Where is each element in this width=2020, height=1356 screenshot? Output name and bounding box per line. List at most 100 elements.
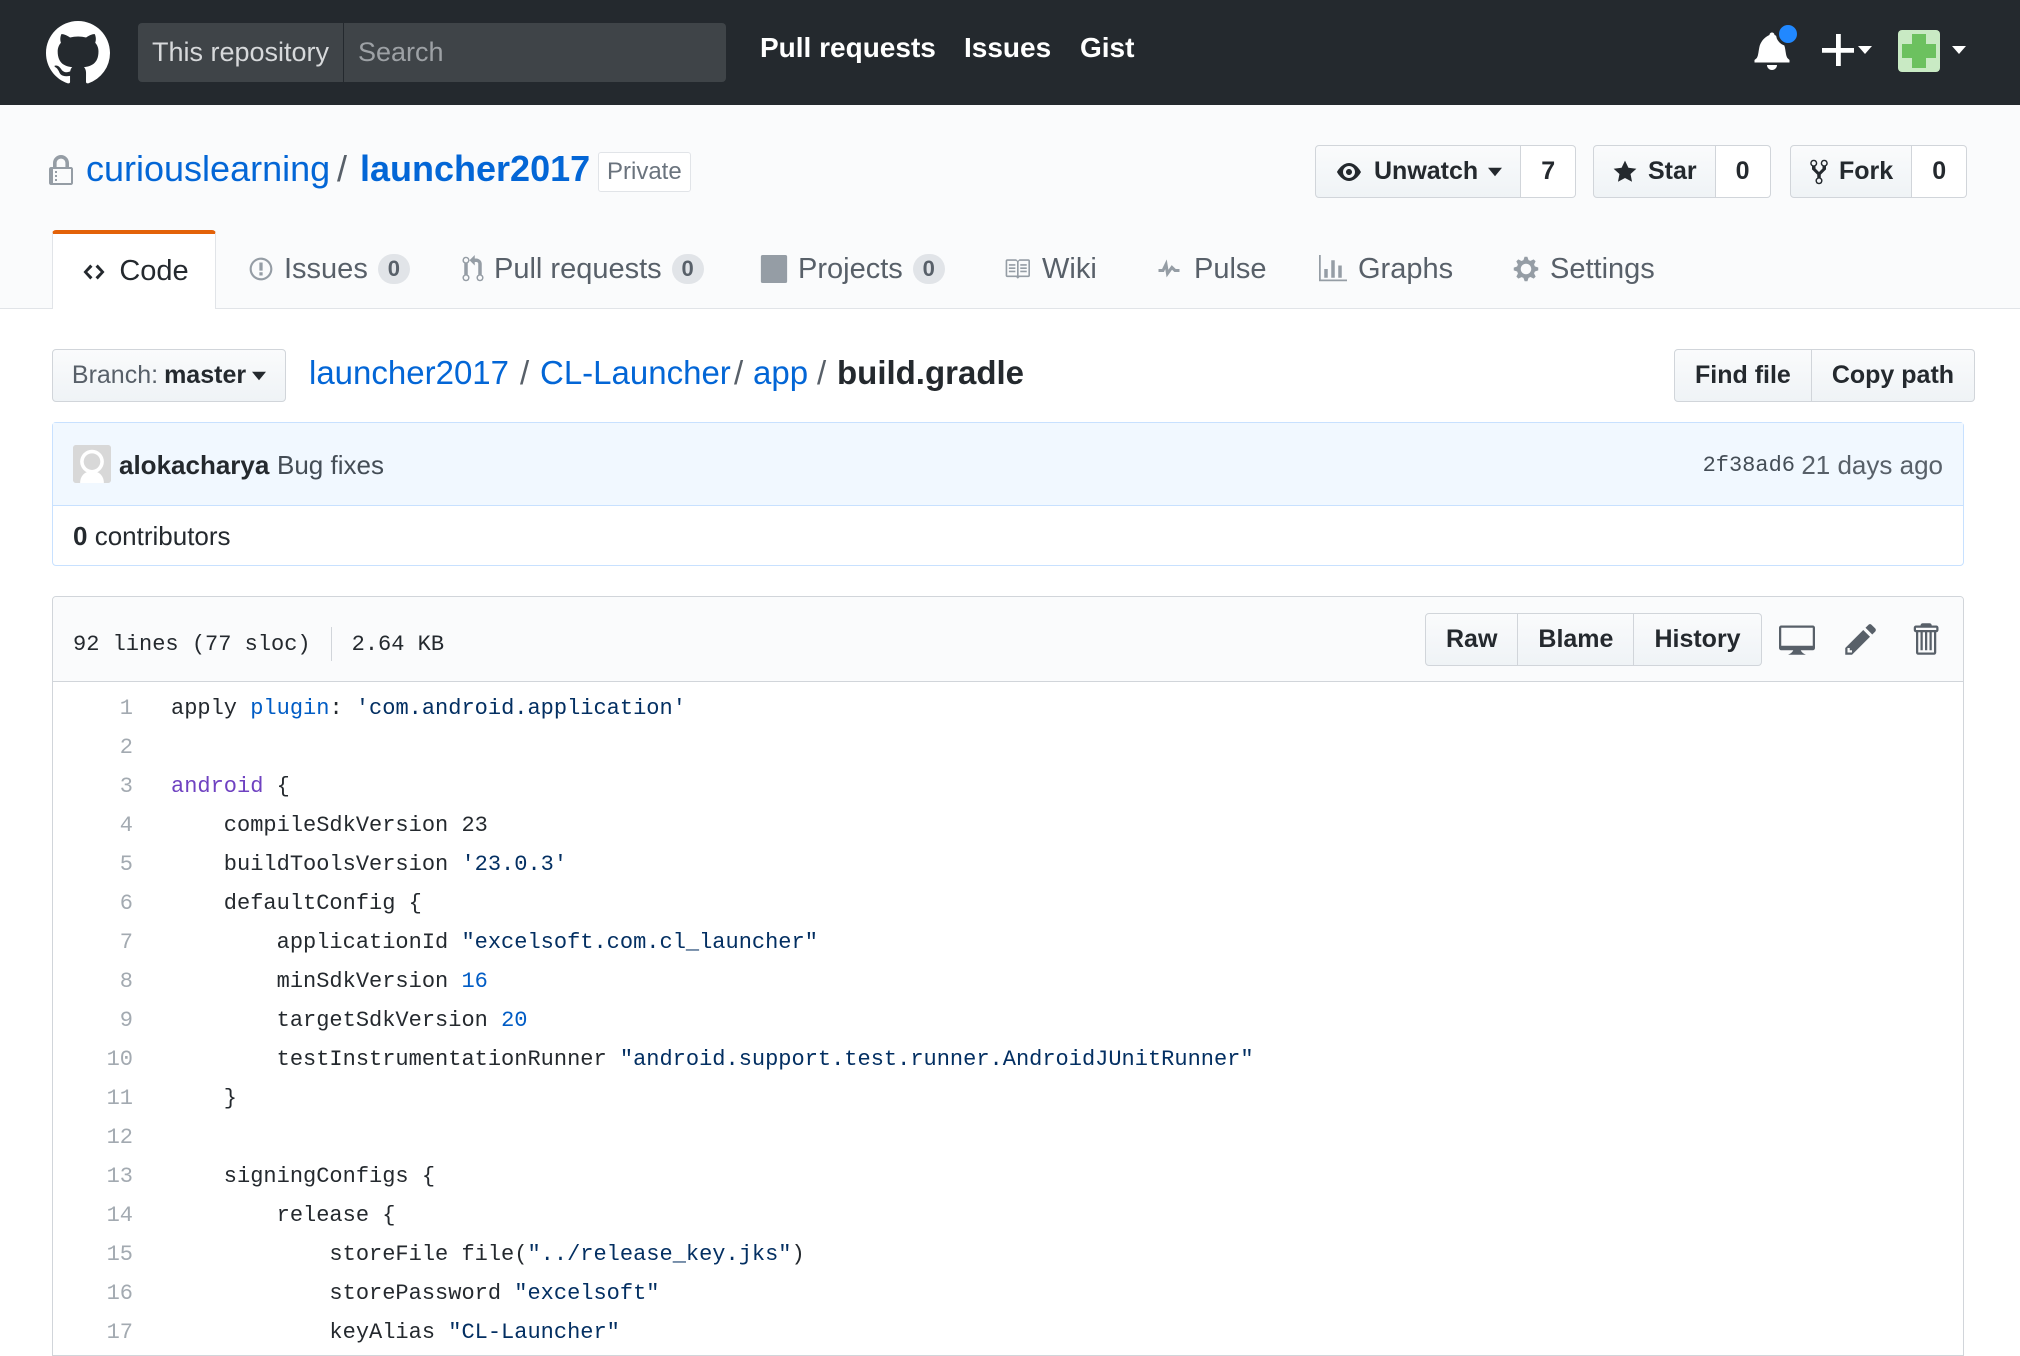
code-token: {: [263, 774, 290, 799]
line-number[interactable]: 4: [53, 806, 133, 845]
code-token: ): [791, 1242, 805, 1267]
contributors-summary[interactable]: 0 contributors: [73, 521, 231, 552]
line-number[interactable]: 14: [53, 1196, 133, 1235]
tab-settings[interactable]: Settings: [1512, 230, 1655, 308]
line-number[interactable]: 5: [53, 845, 133, 884]
tab-issues[interactable]: Issues 0: [248, 230, 410, 308]
line-number[interactable]: 17: [53, 1313, 133, 1352]
code-token: minSdkVersion: [171, 969, 462, 994]
line-number[interactable]: 6: [53, 884, 133, 923]
code-line: 1 apply plugin: 'com.android.application': [53, 689, 1963, 728]
copy-path-button[interactable]: Copy path: [1811, 349, 1976, 402]
tab-graphs[interactable]: Graphs: [1318, 230, 1453, 308]
tab-projects-label: Projects: [798, 252, 903, 285]
find-file-button[interactable]: Find file: [1674, 349, 1812, 402]
code-token: "excelsoft.com.cl_launcher": [461, 930, 818, 955]
line-number[interactable]: 10: [53, 1040, 133, 1079]
line-content: signingConfigs {: [133, 1157, 435, 1196]
star-icon: [1613, 160, 1637, 182]
breadcrumb-app[interactable]: app: [753, 354, 808, 392]
tab-wiki[interactable]: Wiki: [1002, 230, 1097, 308]
line-number[interactable]: 8: [53, 962, 133, 1001]
code-token: defaultConfig {: [171, 891, 422, 916]
breadcrumb-separator: /: [734, 354, 744, 391]
code-line: 14 release {: [53, 1196, 1963, 1235]
private-badge: Private: [598, 152, 691, 192]
tab-settings-label: Settings: [1550, 252, 1655, 285]
line-number[interactable]: 13: [53, 1157, 133, 1196]
code-token: targetSdkVersion: [171, 1008, 502, 1033]
latest-commit: alokacharya Bug fixes 2f38ad6 21 days ag…: [53, 423, 1963, 506]
file-header: 92 lines (77 sloc) 2.64 KB Raw Blame His…: [53, 597, 1963, 682]
breadcrumb-cl-launcher[interactable]: CL-Launcher: [540, 354, 731, 392]
contributors-label: contributors: [94, 521, 231, 551]
line-number[interactable]: 11: [53, 1079, 133, 1118]
branch-select[interactable]: Branch: master: [52, 349, 286, 402]
history-button[interactable]: History: [1634, 613, 1762, 666]
forks-count[interactable]: 0: [1912, 145, 1968, 198]
nav-issues[interactable]: Issues: [964, 32, 1051, 64]
stars-count[interactable]: 0: [1715, 145, 1771, 198]
nav-gist[interactable]: Gist: [1080, 32, 1134, 64]
lock-icon: [49, 155, 73, 185]
tab-pulse[interactable]: Pulse: [1154, 230, 1267, 308]
issue-opened-icon: [249, 257, 273, 281]
line-number[interactable]: 3: [53, 767, 133, 806]
watchers-count[interactable]: 7: [1521, 145, 1577, 198]
code-line: 13 signingConfigs {: [53, 1157, 1963, 1196]
code-line: 11 }: [53, 1079, 1963, 1118]
fork-button[interactable]: Fork: [1790, 145, 1913, 198]
code-line: 4 compileSdkVersion 23: [53, 806, 1963, 845]
tab-projects[interactable]: Projects 0: [760, 230, 945, 308]
pencil-icon[interactable]: [1843, 621, 1879, 657]
line-number[interactable]: 1: [53, 689, 133, 728]
code-token: buildToolsVersion: [171, 852, 462, 877]
breadcrumb-file: build.gradle: [837, 354, 1025, 391]
code-token: 16: [461, 969, 488, 994]
tab-pull-requests[interactable]: Pull requests 0: [462, 230, 704, 308]
fork-group: Fork 0: [1790, 145, 1968, 198]
line-number[interactable]: 16: [53, 1274, 133, 1313]
line-content: release {: [133, 1196, 396, 1235]
code-line: 2: [53, 728, 1963, 767]
repo-name-link[interactable]: launcher2017: [360, 148, 590, 190]
code-token: "CL-Launcher": [448, 1320, 620, 1345]
commit-author[interactable]: alokacharya: [119, 450, 269, 481]
plus-icon[interactable]: [1820, 30, 1872, 70]
code-token: apply: [171, 696, 251, 721]
code-line: 5 buildToolsVersion '23.0.3': [53, 845, 1963, 884]
line-content: keyAlias "CL-Launcher": [133, 1313, 620, 1352]
nav-pull-requests[interactable]: Pull requests: [760, 32, 936, 64]
unwatch-button[interactable]: Unwatch: [1315, 145, 1522, 198]
pulse-icon: [1158, 259, 1180, 278]
line-number[interactable]: 15: [53, 1235, 133, 1274]
star-label: Star: [1648, 157, 1697, 185]
repo-owner-link[interactable]: curiouslearning: [86, 148, 330, 190]
blame-button[interactable]: Blame: [1518, 613, 1635, 666]
star-button[interactable]: Star: [1593, 145, 1716, 198]
code-line: 7 applicationId "excelsoft.com.cl_launch…: [53, 923, 1963, 962]
tab-issues-label: Issues: [284, 252, 368, 285]
commit-message[interactable]: Bug fixes: [277, 450, 384, 481]
breadcrumb-repo[interactable]: launcher2017: [309, 354, 509, 392]
github-logo-icon[interactable]: [46, 21, 110, 85]
line-content: targetSdkVersion 20: [133, 1001, 528, 1040]
avatar-icon[interactable]: [1898, 30, 1968, 72]
author-avatar[interactable]: [73, 445, 111, 483]
code-line: 16 storePassword "excelsoft": [53, 1274, 1963, 1313]
commit-sha[interactable]: 2f38ad6: [1703, 453, 1795, 478]
line-number[interactable]: 7: [53, 923, 133, 962]
trash-icon[interactable]: [1907, 621, 1943, 657]
line-number[interactable]: 9: [53, 1001, 133, 1040]
line-number[interactable]: 2: [53, 728, 133, 767]
desktop-icon[interactable]: [1779, 621, 1815, 657]
line-content: buildToolsVersion '23.0.3': [133, 845, 567, 884]
search-input[interactable]: [344, 23, 728, 82]
tab-code[interactable]: Code: [52, 230, 216, 309]
watch-group: Unwatch 7: [1315, 145, 1577, 198]
code-token: compileSdkVersion 23: [171, 813, 488, 838]
file-action-buttons: Raw Blame History: [1425, 613, 1762, 666]
star-group: Star 0: [1593, 145, 1771, 198]
raw-button[interactable]: Raw: [1425, 613, 1519, 666]
line-number[interactable]: 12: [53, 1118, 133, 1157]
